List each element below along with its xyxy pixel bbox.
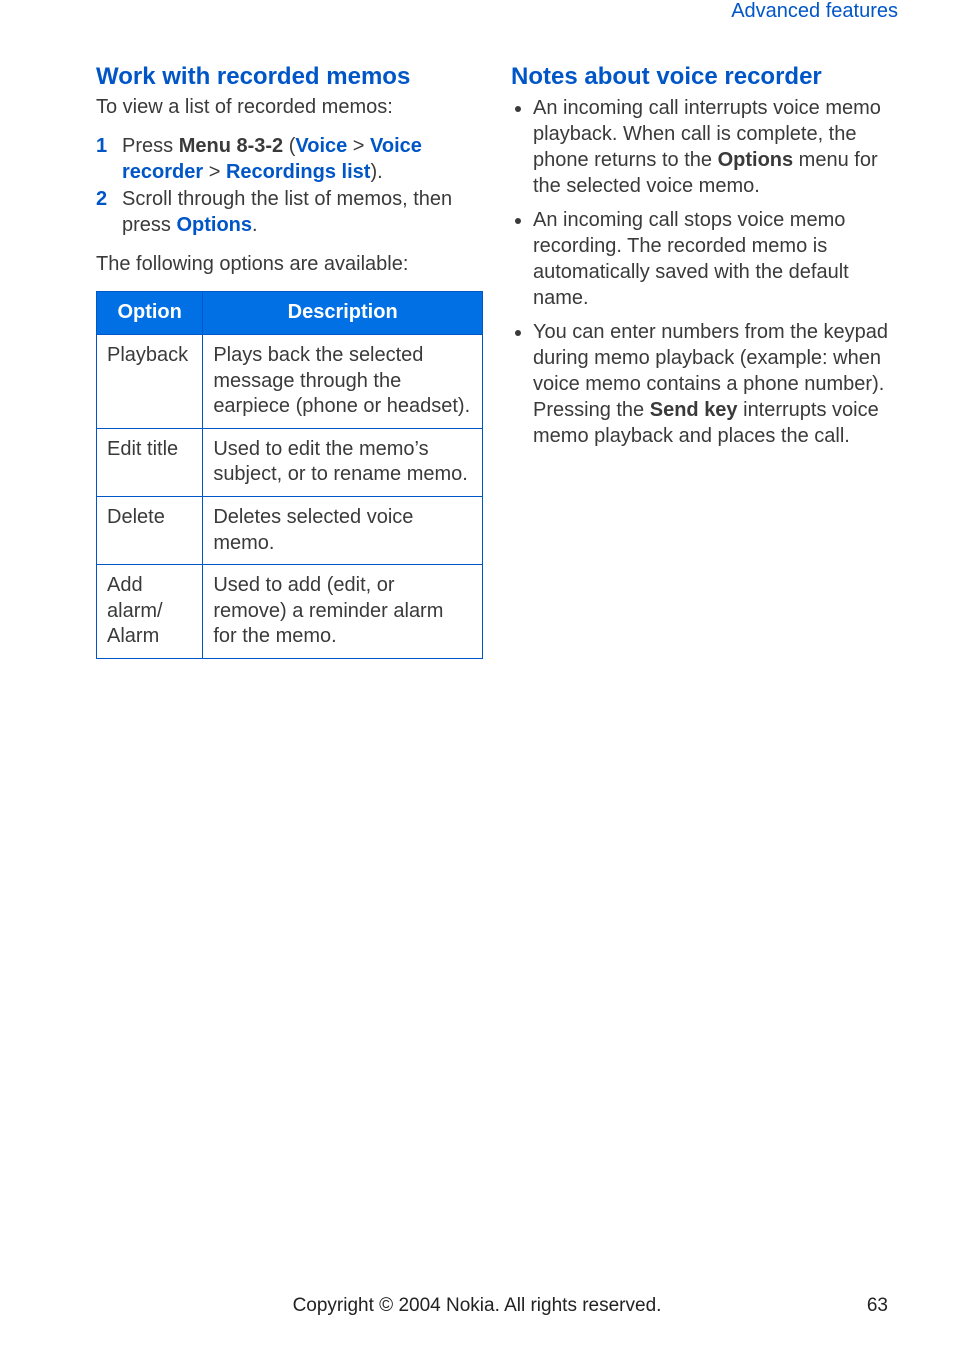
step-text: Press Menu 8-3-2 (Voice > Voice recorder… (122, 134, 483, 185)
step-2: 2 Scroll through the list of memos, then… (96, 187, 483, 238)
list-item: You can enter numbers from the keypad du… (533, 319, 898, 449)
right-heading: Notes about voice recorder (511, 63, 898, 91)
notes-list: An incoming call interrupts voice memo p… (511, 95, 898, 449)
cell-desc: Plays back the selected message through … (203, 334, 483, 428)
bold-term: Send key (650, 399, 738, 421)
cell-option: Edit title (97, 428, 203, 496)
th-description: Description (203, 292, 483, 335)
left-intro: To view a list of recorded memos: (96, 95, 483, 120)
list-item: An incoming call stops voice memo record… (533, 207, 898, 311)
left-column: Work with recorded memos To view a list … (96, 63, 483, 659)
chapter-header: Advanced features (0, 0, 954, 35)
step-number: 2 (96, 187, 112, 238)
t: Scroll through the list of memos, then p… (122, 188, 452, 236)
t: . (252, 214, 258, 236)
list-item: An incoming call interrupts voice memo p… (533, 95, 898, 199)
options-available: The following options are available: (96, 252, 483, 277)
t: > (203, 161, 226, 183)
cell-desc: Deletes selected voice memo. (203, 496, 483, 564)
step-text: Scroll through the list of memos, then p… (122, 187, 483, 238)
cell-desc: Used to edit the memo’s subject, or to r… (203, 428, 483, 496)
th-option: Option (97, 292, 203, 335)
t: ). (370, 161, 382, 183)
table-row: Playback Plays back the selected message… (97, 334, 483, 428)
table-row: Delete Deletes selected voice memo. (97, 496, 483, 564)
table-row: Add alarm/ Alarm Used to add (edit, or r… (97, 565, 483, 659)
path-part: Voice (295, 135, 347, 157)
right-column: Notes about voice recorder An incoming c… (511, 63, 898, 659)
t: Press (122, 135, 179, 157)
page-number: 63 (867, 1295, 888, 1317)
page-body: Work with recorded memos To view a list … (0, 35, 954, 659)
cell-option: Add alarm/ Alarm (97, 565, 203, 659)
cell-desc: Used to add (edit, or remove) a reminder… (203, 565, 483, 659)
path-part: Recordings list (226, 161, 370, 183)
table-row: Edit title Used to edit the memo’s subje… (97, 428, 483, 496)
t: > (347, 135, 370, 157)
options-keyword: Options (176, 214, 252, 236)
page-footer: Copyright © 2004 Nokia. All rights reser… (0, 1295, 954, 1317)
copyright-text: Copyright © 2004 Nokia. All rights reser… (293, 1295, 662, 1317)
bold-term: Options (718, 149, 794, 171)
left-heading: Work with recorded memos (96, 63, 483, 91)
t: ( (283, 135, 295, 157)
cell-option: Delete (97, 496, 203, 564)
t: An incoming call stops voice memo record… (533, 209, 849, 309)
options-table: Option Description Playback Plays back t… (96, 291, 483, 659)
menu-code: Menu 8-3-2 (179, 135, 283, 157)
cell-option: Playback (97, 334, 203, 428)
steps-list: 1 Press Menu 8-3-2 (Voice > Voice record… (96, 134, 483, 238)
table-header-row: Option Description (97, 292, 483, 335)
step-number: 1 (96, 134, 112, 185)
step-1: 1 Press Menu 8-3-2 (Voice > Voice record… (96, 134, 483, 185)
